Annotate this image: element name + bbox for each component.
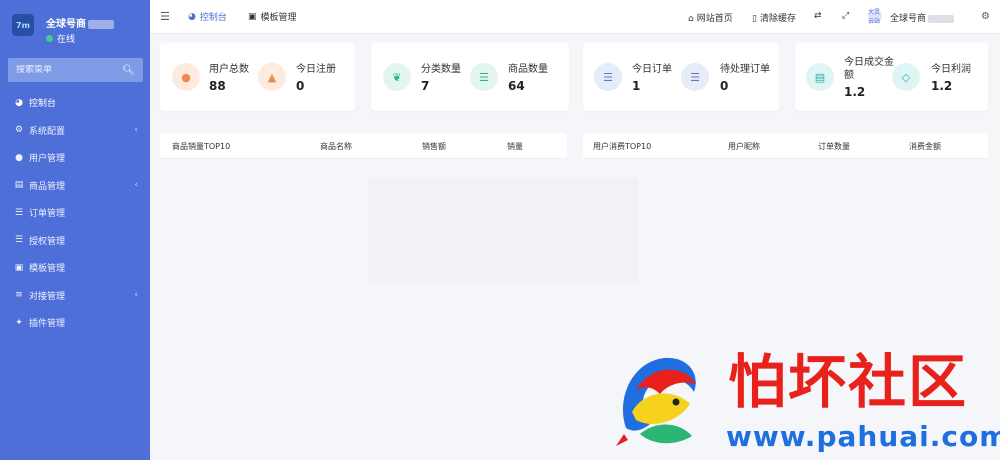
leaf-icon: ❦ <box>383 63 411 91</box>
status-dot-icon <box>46 35 53 42</box>
stat-label: 待处理订单 <box>720 64 770 75</box>
watermark: 怕坏社区 www.pahuai.com <box>606 348 1000 454</box>
column-header: 消费金额 <box>909 142 941 151</box>
sidebar-item-dashboard[interactable]: ◕ 控制台 <box>0 89 150 117</box>
users-icon: ● <box>172 63 200 91</box>
menu-toggle-icon[interactable]: ☰ <box>160 10 170 23</box>
home-icon: ⌂ <box>688 14 694 24</box>
column-header: 商品名称 <box>320 142 352 151</box>
dashboard-icon: ◕ <box>188 11 196 22</box>
sidebar-item-templates[interactable]: ▣ 模板管理 <box>0 254 150 282</box>
template-icon: ▣ <box>14 262 24 273</box>
stat-value: 1.2 <box>844 85 866 99</box>
stat-label: 用户总数 <box>209 64 249 75</box>
brand-name: 全球号商 <box>46 15 114 30</box>
stat-value: 7 <box>421 79 430 93</box>
stat-card-catalog: ❦ 分类数量 7 ☰ 商品数量 64 <box>371 43 569 111</box>
list-icon: ☰ <box>14 207 24 218</box>
stat-value: 64 <box>508 79 525 93</box>
brand-panel: 7m 全球号商 在线 <box>0 0 150 52</box>
sidebar: 7m 全球号商 在线 🔍︎ ◕控制台 ⚙系统配置‹ ●用户管理 ▤商品管理‹ ☰… <box>0 0 150 460</box>
user-menu[interactable]: 全球号商 <box>890 11 955 24</box>
chevron-left-icon: ‹ <box>134 289 138 300</box>
trash-icon: ▯ <box>752 14 757 24</box>
site-home-link[interactable]: ⌂ 网站首页 <box>688 11 733 24</box>
fullscreen-icon[interactable]: ⤢ <box>842 11 849 21</box>
gear-icon: ⚙ <box>14 125 24 136</box>
search-icon[interactable]: 🔍︎ <box>122 65 135 76</box>
sidebar-menu: ◕ 控制台 ⚙ 系统配置 ‹ ● 用户管理 ▤ 商品管理 ‹ ☰ 订单管理 ☰ 授权管理 ▣ 模板… <box>0 89 150 337</box>
stat-label: 今日订单 <box>632 64 672 75</box>
stat-card-revenue: ▤ 今日成交金 额 1.2 ◇ 今日利润 1.2 <box>795 43 988 111</box>
top-header: ☰ ◕ 控制台 ▣ 模板管理 ⌂ 网站首页 ▯ 清除缓存 ⇄ ⤢ 大灵云站 全球号商 ⚙ <box>150 0 1000 34</box>
online-status: 在线 <box>46 32 75 45</box>
sidebar-item-orders[interactable]: ☰ 订单管理 <box>0 199 150 227</box>
sidebar-item-users[interactable]: ● 用户管理 <box>0 144 150 172</box>
product-sales-table: 商品销量TOP10 商品名称 销售额 销量 <box>160 133 567 159</box>
column-header: 用户昵称 <box>728 142 760 151</box>
stat-value: 0 <box>720 79 729 93</box>
stat-label: 今日注册 <box>296 64 336 75</box>
avatar[interactable]: 大灵云站 <box>868 9 882 25</box>
stat-label: 商品数量 <box>508 64 548 75</box>
cart-icon: ▤ <box>14 180 24 191</box>
stat-card-users: ● 用户总数 88 ▲ 今日注册 0 <box>160 43 355 111</box>
empty-table-placeholder <box>368 178 638 282</box>
watermark-fish-logo <box>616 357 696 446</box>
menu-search: 🔍︎ <box>8 58 143 82</box>
stat-value: 88 <box>209 79 226 93</box>
diamond-icon: ◇ <box>892 63 920 91</box>
stat-value: 1.2 <box>931 79 953 93</box>
blurred-text <box>88 19 114 29</box>
plugin-icon: ✦ <box>15 317 23 328</box>
stat-value: 0 <box>296 79 305 93</box>
column-header: 商品销量TOP10 <box>172 142 231 151</box>
column-header: 用户消费TOP10 <box>593 142 652 151</box>
watermark-url: www.pahuai.com <box>726 420 1000 453</box>
dashboard-icon: ◕ <box>15 97 23 108</box>
sidebar-item-plugins[interactable]: ✦ 插件管理 <box>0 309 150 337</box>
list-icon: ☰ <box>470 63 498 91</box>
stat-value: 1 <box>632 79 641 93</box>
column-header: 销量 <box>507 142 523 151</box>
translate-icon[interactable]: ⇄ <box>814 11 822 21</box>
column-header: 销售额 <box>422 142 446 151</box>
sliders-icon: ≡ <box>15 290 23 301</box>
column-header: 订单数量 <box>818 142 850 151</box>
sidebar-item-system-config[interactable]: ⚙ 系统配置 ‹ <box>0 117 150 145</box>
tab-templates[interactable]: ▣ 模板管理 <box>248 10 297 24</box>
template-icon: ▣ <box>248 11 257 22</box>
clear-cache-button[interactable]: ▯ 清除缓存 <box>752 11 796 24</box>
stat-label: 分类数量 <box>421 64 461 75</box>
menu-search-input[interactable] <box>16 65 123 75</box>
sidebar-item-products[interactable]: ▤ 商品管理 ‹ <box>0 172 150 200</box>
sidebar-item-auth[interactable]: ☰ 授权管理 <box>0 227 150 255</box>
user-spend-table: 用户消费TOP10 用户昵称 订单数量 消费金额 <box>583 133 988 159</box>
cart-icon: ▤ <box>806 63 834 91</box>
settings-icon[interactable]: ⚙ <box>981 11 990 22</box>
tab-dashboard[interactable]: ◕ 控制台 <box>188 10 227 24</box>
list-icon: ☰ <box>14 235 24 246</box>
chevron-left-icon: ‹ <box>134 179 138 190</box>
watermark-title: 怕坏社区 <box>728 348 969 416</box>
chevron-left-icon: ‹ <box>134 124 138 135</box>
menu-icon: ☰ <box>681 63 709 91</box>
stat-label: 额 <box>844 70 854 81</box>
stat-label: 今日利润 <box>931 64 971 75</box>
menu-icon: ☰ <box>594 63 622 91</box>
blurred-text <box>928 14 955 23</box>
sidebar-item-integration[interactable]: ≡ 对接管理 ‹ <box>0 282 150 310</box>
user-icon: ● <box>15 152 23 163</box>
brand-logo[interactable]: 7m <box>12 14 34 36</box>
stat-card-orders: ☰ 今日订单 1 ☰ 待处理订单 0 <box>583 43 779 111</box>
user-icon: ▲ <box>258 63 286 91</box>
